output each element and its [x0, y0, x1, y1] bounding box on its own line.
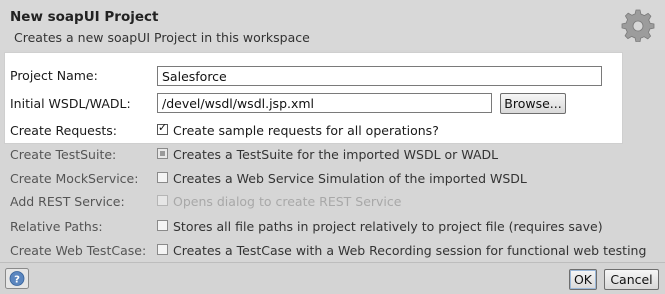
add-rest-service-text: Opens dialog to create REST Service [173, 194, 402, 209]
create-requests-checkbox[interactable] [157, 121, 168, 135]
project-name-input[interactable] [157, 66, 602, 86]
create-mockservice-text: Creates a Web Service Simulation of the … [173, 171, 527, 186]
create-requests-text: Create sample requests for all operation… [173, 123, 439, 138]
dialog-subtitle: Creates a new soapUI Project in this wor… [14, 30, 310, 45]
relative-paths-checkbox[interactable] [157, 220, 168, 231]
create-web-testcase-text: Creates a TestCase with a Web Recording … [173, 243, 647, 258]
wsdl-url-input[interactable] [157, 93, 492, 113]
help-icon[interactable]: ? [5, 268, 29, 289]
create-web-testcase-checkbox[interactable] [157, 244, 168, 255]
dialog-footer [0, 263, 665, 294]
gear-icon [621, 9, 655, 42]
create-testsuite-checkbox[interactable] [157, 148, 168, 159]
create-testsuite-text: Creates a TestSuite for the imported WSD… [173, 147, 499, 162]
dialog-title: New soapUI Project [10, 9, 159, 25]
relative-paths-label: Relative Paths: [10, 219, 103, 234]
create-testsuite-label: Create TestSuite: [10, 147, 117, 162]
create-mockservice-label: Create MockService: [10, 171, 139, 186]
wsdl-label: Initial WSDL/WADL: [10, 96, 131, 111]
svg-text:?: ? [14, 275, 20, 286]
create-requests-label: Create Requests: [10, 123, 118, 138]
add-rest-service-label: Add REST Service: [10, 194, 125, 209]
create-web-testcase-label: Create Web TestCase: [10, 243, 147, 258]
relative-paths-text: Stores all file paths in project relativ… [173, 219, 603, 234]
add-rest-service-checkbox[interactable] [157, 195, 168, 206]
ok-button[interactable]: OK [569, 269, 597, 290]
cancel-button[interactable]: Cancel [604, 269, 659, 290]
browse-button[interactable]: Browse... [500, 93, 566, 114]
create-mockservice-checkbox[interactable] [157, 172, 168, 183]
project-name-label: Project Name: [10, 68, 98, 83]
dialog-header: New soapUI Project Creates a new soapUI … [0, 0, 665, 50]
